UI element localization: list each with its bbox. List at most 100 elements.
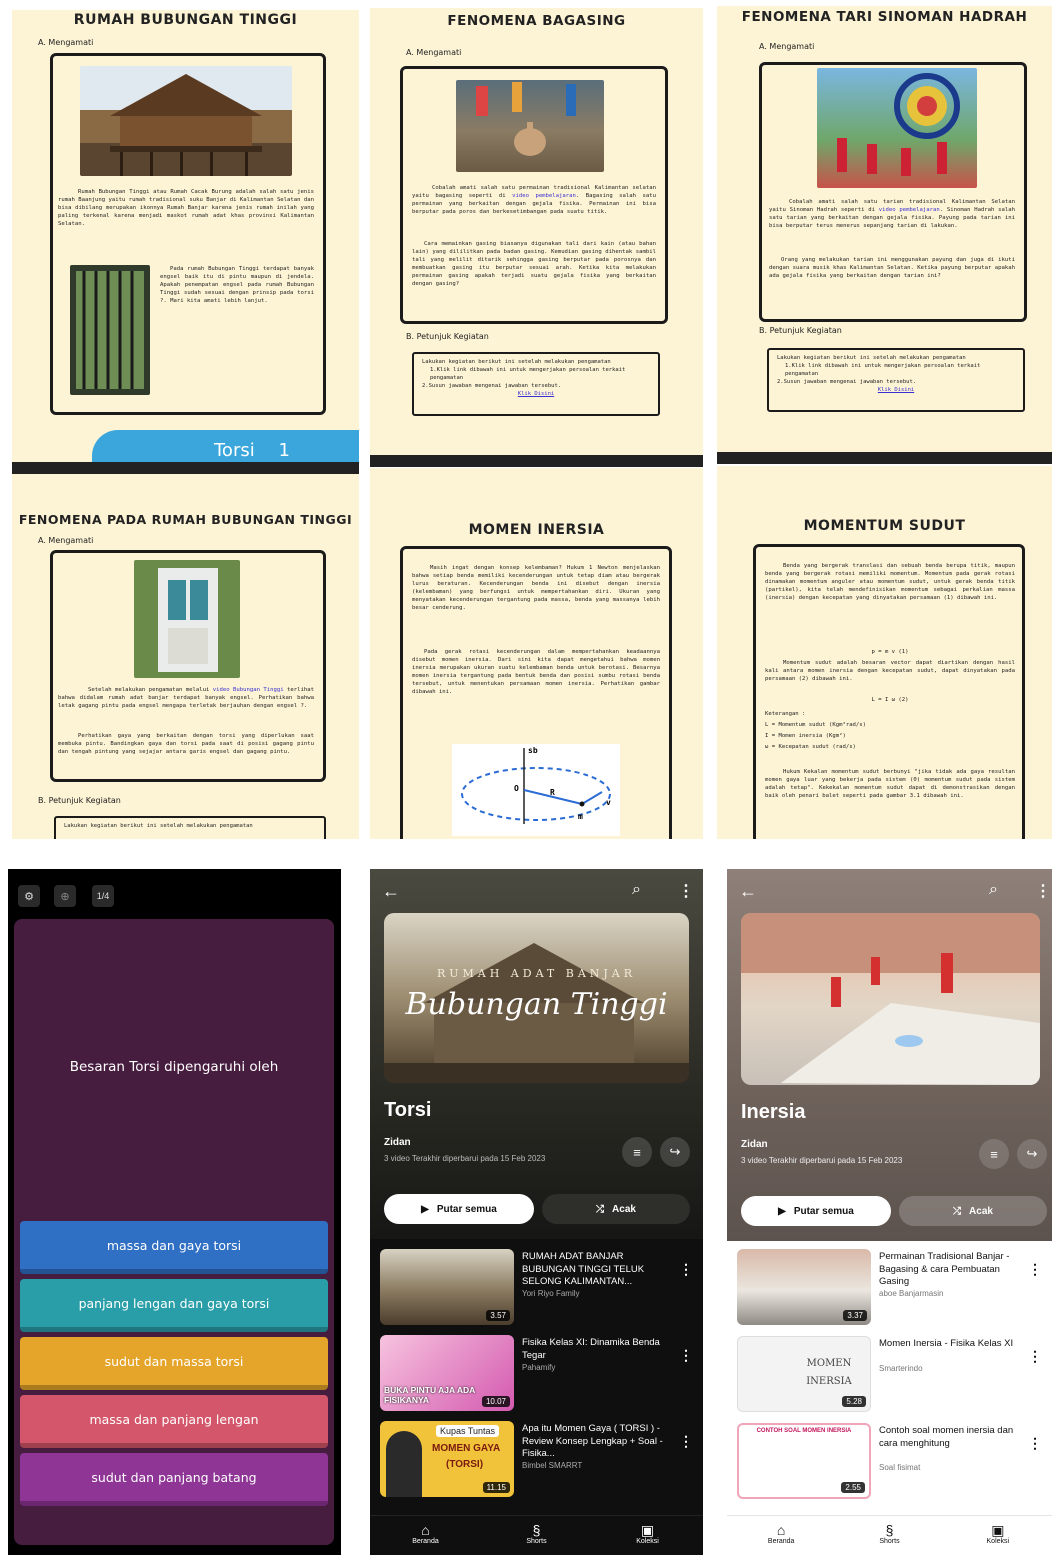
search-icon[interactable]: ⌕	[989, 881, 998, 899]
playlist-owner[interactable]: Zidan	[741, 1139, 768, 1150]
playlist-hero-image	[741, 913, 1040, 1085]
klik-disini-link[interactable]: Klik Disini	[777, 386, 1015, 394]
settings-button[interactable]: ⚙	[18, 885, 40, 907]
video-thumbnail[interactable]: BUKA PINTU AJA ADA FISIKANYA 10.07	[380, 1335, 514, 1411]
nav-library[interactable]: ▣ Koleksi	[618, 1522, 678, 1545]
panel-fenomena-bagasing: FENOMENA BAGASING A. Mengamati Cobalah a…	[370, 8, 703, 455]
answer-option-4[interactable]: massa dan panjang lengan	[20, 1395, 328, 1448]
search-icon[interactable]: ⌕	[632, 881, 641, 899]
more-vert-icon[interactable]: ⋮	[1028, 1261, 1042, 1278]
play-all-button[interactable]: ▶ Putar semua	[384, 1194, 534, 1224]
panel-momen-inersia: MOMEN INERSIA Masih ingat dengan konsep …	[370, 468, 703, 839]
video-title[interactable]: Apa itu Momen Gaya ( TORSI ) - Review Ko…	[522, 1423, 671, 1461]
shorts-icon: §	[885, 1522, 894, 1538]
video-duration: 3.37	[843, 1310, 867, 1321]
paragraph-2: Perhatikan gaya yang berkaitan dengan to…	[58, 733, 314, 756]
add-to-queue-button[interactable]: ≡	[622, 1137, 652, 1167]
library-icon: ▣	[640, 1522, 655, 1538]
banner-number: 1	[278, 440, 290, 461]
paragraph-2: Orang yang melakukan tarian ini mengguna…	[769, 257, 1015, 280]
back-arrow-icon[interactable]: ←	[382, 881, 400, 902]
more-vert-icon[interactable]: ⋮	[679, 1433, 693, 1450]
answer-option-1[interactable]: massa dan gaya torsi	[20, 1221, 328, 1274]
klik-disini-link[interactable]: Klik Disini	[422, 390, 650, 398]
video-title[interactable]: Momen Inersia - Fisika Kelas XI	[879, 1338, 1020, 1351]
nav-home[interactable]: ⌂ Beranda	[396, 1522, 456, 1545]
video-channel: Yori Riyo Family	[522, 1289, 580, 1298]
bottom-nav: ⌂ Beranda § Shorts ▣ Koleksi	[370, 1515, 703, 1555]
answer-option-2[interactable]: panjang lengan dan gaya torsi	[20, 1279, 328, 1332]
video-channel: Smarterindo	[879, 1364, 923, 1373]
panel-momentum-sudut: MOMENTUM SUDUT Benda yang bergerak trans…	[717, 466, 1052, 839]
video-row[interactable]: BUKA PINTU AJA ADA FISIKANYA 10.07 Fisik…	[380, 1335, 695, 1413]
paragraph-2: Pada gerak rotasi kecenderungan dalam me…	[412, 649, 660, 696]
presenter-silhouette	[386, 1431, 422, 1497]
playlist-owner[interactable]: Zidan	[384, 1137, 411, 1148]
answer-option-5[interactable]: sudut dan panjang batang	[20, 1453, 328, 1506]
video-row[interactable]: CONTOH SOAL MOMEN INERSIA 2.55 Contoh so…	[737, 1423, 1044, 1501]
video-channel: Soal fisimat	[879, 1463, 921, 1472]
share-button[interactable]: ↪	[1017, 1139, 1047, 1169]
nav-library[interactable]: ▣ Koleksi	[968, 1522, 1028, 1545]
answer-option-3[interactable]: sudut dan massa torsi	[20, 1337, 328, 1390]
video-row[interactable]: 3.37 Permainan Tradisional Banjar - Baga…	[737, 1249, 1044, 1327]
play-icon: ▶	[421, 1203, 429, 1215]
video-thumbnail[interactable]: CONTOH SOAL MOMEN INERSIA 2.55	[737, 1423, 871, 1499]
video-duration: 5.28	[842, 1396, 866, 1407]
hero-title: Bubungan Tinggi	[405, 987, 668, 1022]
video-title[interactable]: Permainan Tradisional Banjar - Bagasing …	[879, 1251, 1020, 1289]
more-vert-icon[interactable]: ⋮	[679, 1261, 693, 1278]
share-button[interactable]: ↪	[660, 1137, 690, 1167]
more-vert-icon[interactable]: ⋮	[679, 1347, 693, 1364]
video-row[interactable]: 3.57 RUMAH ADAT BANJAR BUBUNGAN TINGGI T…	[380, 1249, 695, 1327]
shuffle-button[interactable]: ⤮ Acak	[542, 1194, 690, 1224]
video-duration: 2.55	[841, 1482, 865, 1493]
video-link[interactable]: video Bubungan Tinggi	[213, 687, 284, 693]
playlist-title: Torsi	[384, 1099, 432, 1121]
add-to-queue-button[interactable]: ≡	[979, 1139, 1009, 1169]
page-title: MOMEN INERSIA	[468, 522, 605, 538]
shuffle-icon: ⤮	[953, 1205, 962, 1217]
video-thumbnail[interactable]: 3.57	[380, 1249, 514, 1325]
divider-bar	[12, 462, 359, 474]
video-channel: Pahamify	[522, 1363, 556, 1372]
house-photo	[80, 66, 292, 176]
section-label: A. Mengamati	[406, 48, 462, 57]
video-row[interactable]: MOMEN INERSIA 5.28 Momen Inersia - Fisik…	[737, 1336, 1044, 1414]
video-thumbnail[interactable]: MOMEN INERSIA 5.28	[737, 1336, 871, 1412]
playlist-hero-image: RUMAH ADAT BANJAR Bubungan Tinggi	[384, 913, 689, 1083]
more-vert-icon[interactable]: ⋮	[1028, 1348, 1042, 1365]
keterangan-label: Keterangan :	[765, 711, 806, 717]
more-vert-icon[interactable]: ⋮	[1035, 881, 1051, 901]
video-title[interactable]: Fisika Kelas XI: Dinamika Benda Tegar	[522, 1337, 671, 1362]
page-title: FENOMENA PADA RUMAH BUBUNGAN TINGGI	[18, 512, 353, 527]
video-thumbnail[interactable]: Kupas Tuntas MOMEN GAYA (TORSI) 11.15	[380, 1421, 514, 1497]
youtube-playlist-inersia: ← ⌕ ⋮ Inersia Zidan 3 video Terakhir dip…	[727, 869, 1052, 1555]
play-all-button[interactable]: ▶ Putar semua	[741, 1196, 891, 1226]
video-link[interactable]: video pembelajaran	[512, 193, 576, 199]
playlist-meta: 3 video Terakhir diperbarui pada 15 Feb …	[384, 1154, 546, 1163]
back-arrow-icon[interactable]: ←	[739, 881, 757, 902]
label-sb: sb	[528, 746, 538, 755]
video-thumbnail[interactable]: 3.37	[737, 1249, 871, 1325]
paragraph: Cobalah amati salah satu permainan tradi…	[412, 185, 656, 216]
paragraph: Cobalah amati salah satu tarian tradisio…	[769, 199, 1016, 230]
nav-shorts[interactable]: § Shorts	[507, 1522, 567, 1545]
more-vert-icon[interactable]: ⋮	[678, 881, 694, 901]
question-text: Besaran Torsi dipengaruhi oleh	[69, 1059, 279, 1075]
hero-subtitle: RUMAH ADAT BANJAR	[436, 967, 637, 980]
shorts-icon: §	[532, 1522, 541, 1538]
zoom-button[interactable]: ⊕	[54, 885, 76, 907]
panel-fenomena-rumah: FENOMENA PADA RUMAH BUBUNGAN TINGGI A. M…	[12, 474, 359, 839]
nav-home[interactable]: ⌂ Beranda	[751, 1522, 811, 1545]
more-vert-icon[interactable]: ⋮	[1028, 1435, 1042, 1452]
thumb-line-1: Kupas Tuntas	[436, 1425, 500, 1437]
instruction-box: Lakukan kegiatan berikut ini setelah mel…	[54, 816, 326, 839]
video-row[interactable]: Kupas Tuntas MOMEN GAYA (TORSI) 11.15 Ap…	[380, 1421, 695, 1499]
nav-shorts[interactable]: § Shorts	[859, 1522, 919, 1545]
instruction-box: Lakukan kegiatan berikut ini setelah mel…	[412, 352, 660, 416]
video-link[interactable]: video pembelajaran	[879, 207, 940, 213]
shuffle-button[interactable]: ⤮ Acak	[899, 1196, 1047, 1226]
video-title[interactable]: Contoh soal momen inersia dan cara mengh…	[879, 1425, 1020, 1450]
video-title[interactable]: RUMAH ADAT BANJAR BUBUNGAN TINGGI TELUK …	[522, 1251, 671, 1289]
